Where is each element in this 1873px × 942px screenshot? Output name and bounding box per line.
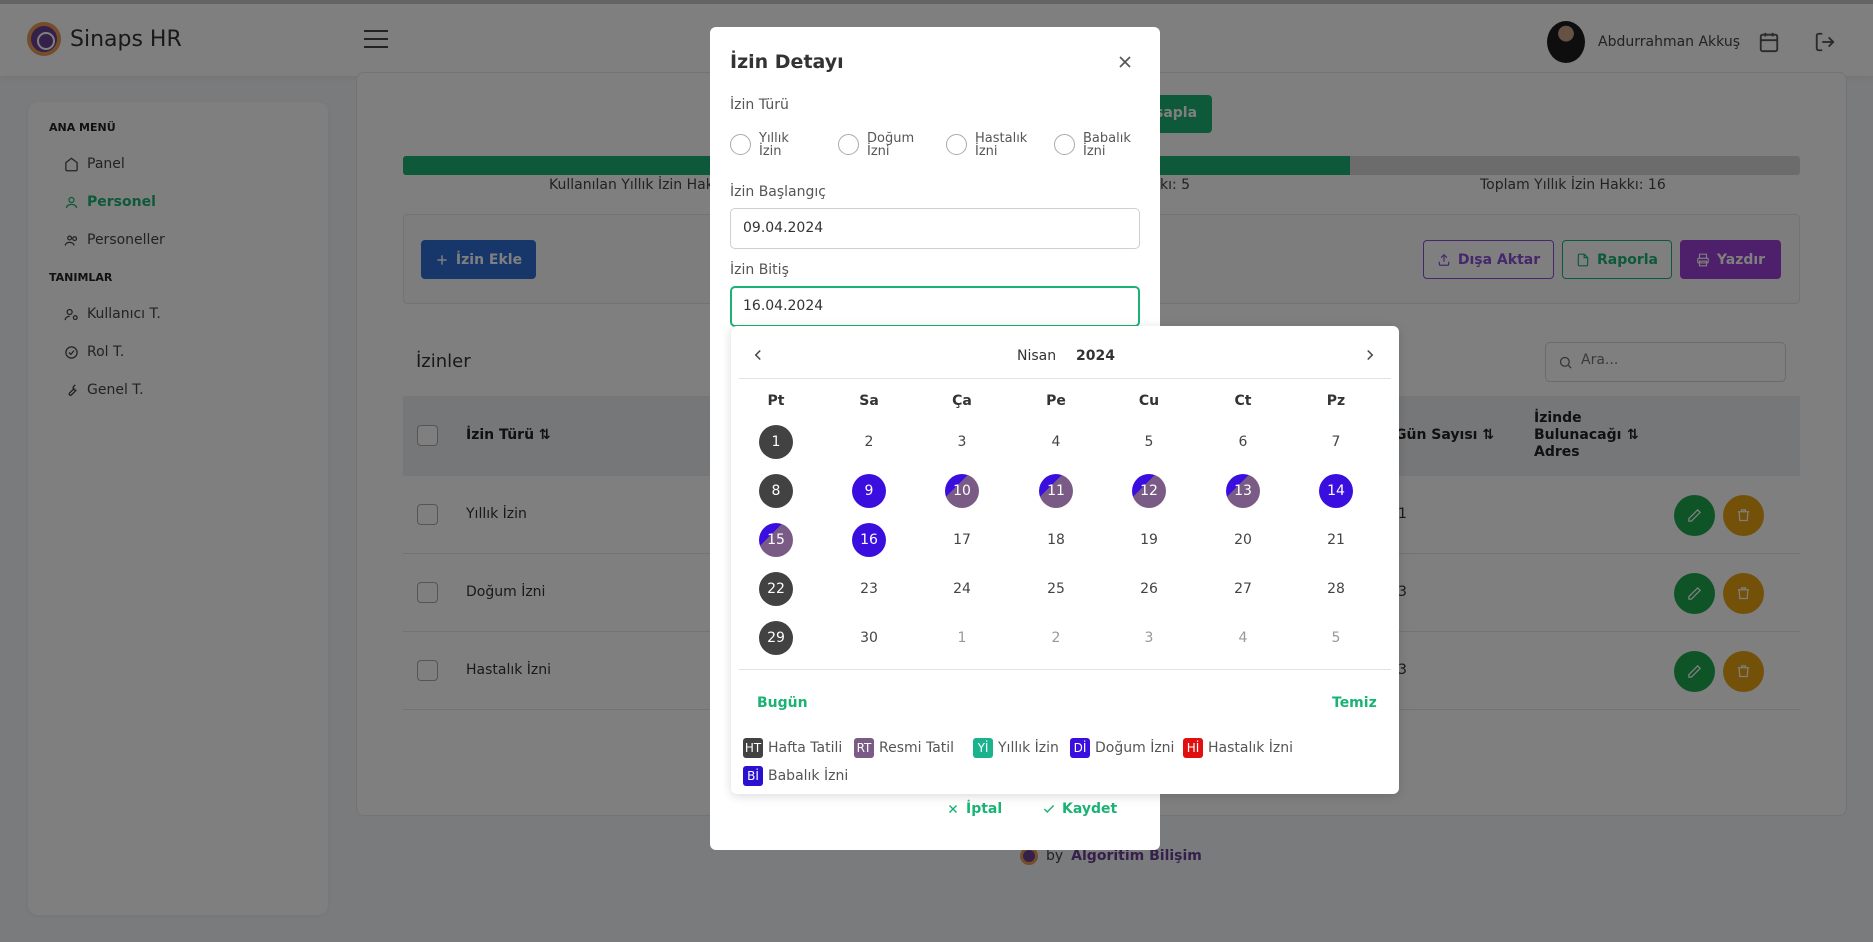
today-button[interactable]: Bugün [757, 695, 808, 711]
legend-label: Resmi Tatil [879, 740, 955, 756]
radio-paternity-leave[interactable]: Babalık İzni [1054, 129, 1133, 158]
legend-swatch: Bİ [743, 766, 763, 786]
radio-label: Doğum İzni [867, 131, 915, 159]
check-icon [1043, 804, 1055, 813]
start-date-input[interactable]: 09.04.2024 [730, 208, 1140, 249]
calendar-day[interactable]: 9 [852, 474, 886, 508]
legend-swatch: Dİ [1070, 738, 1090, 758]
legend-swatch: RT [854, 738, 874, 758]
legend-item: Hİ Hastalık İzni [1183, 738, 1293, 758]
calendar-day[interactable]: 27 [1226, 572, 1260, 606]
calendar-day[interactable]: 2 [852, 425, 886, 459]
calendar-day[interactable]: 4 [1039, 425, 1073, 459]
legend-item: Bİ Babalık İzni [743, 766, 848, 786]
calendar-day[interactable]: 8 [759, 474, 793, 508]
chevron-right-icon[interactable] [1361, 346, 1379, 364]
calendar-day[interactable]: 3 [945, 425, 979, 459]
legend-label: Yıllık İzin [998, 740, 1059, 756]
radio-maternity-leave[interactable]: Doğum İzni [838, 129, 917, 158]
calendar-day[interactable]: 19 [1132, 523, 1166, 557]
radio-label: Babalık İzni [1083, 131, 1131, 159]
weekday-header: Pz [1326, 393, 1346, 409]
divider [739, 378, 1391, 379]
calendar-day[interactable]: 18 [1039, 523, 1073, 557]
weekday-header: Cu [1138, 393, 1160, 409]
close-icon[interactable] [1115, 52, 1135, 72]
legend-swatch: Yİ [973, 738, 993, 758]
start-date-label: İzin Başlangıç [730, 184, 826, 200]
modal-title: İzin Detayı [730, 51, 844, 73]
legend-label: Hafta Tatili [768, 740, 843, 756]
divider [739, 669, 1391, 670]
close-icon [948, 804, 958, 814]
leave-type-radio-group: Yıllık İzin Doğum İzni Hastalık İzni Bab… [730, 129, 1150, 169]
end-date-label: İzin Bitiş [730, 262, 789, 278]
calendar-day[interactable]: 2 [1039, 621, 1073, 655]
calendar-day[interactable]: 1 [759, 425, 793, 459]
calendar-day[interactable]: 28 [1319, 572, 1353, 606]
save-label: Kaydet [1062, 801, 1118, 817]
legend-label: Babalık İzni [768, 768, 849, 784]
calendar-day[interactable]: 23 [852, 572, 886, 606]
calendar-day[interactable]: 25 [1039, 572, 1073, 606]
calendar-day[interactable]: 15 [759, 523, 793, 557]
calendar-day[interactable]: 3 [1132, 621, 1166, 655]
calendar-day[interactable]: 12 [1132, 474, 1166, 508]
radio-label: Yıllık İzin [759, 131, 789, 159]
calendar-day[interactable]: 6 [1226, 425, 1260, 459]
weekday-header: Pe [1046, 393, 1066, 409]
calendar-day[interactable]: 29 [759, 621, 793, 655]
leave-type-label: İzin Türü [730, 97, 789, 113]
calendar-day[interactable]: 10 [945, 474, 979, 508]
legend-label: Hastalık İzni [1208, 740, 1294, 756]
calendar-day[interactable]: 16 [852, 523, 886, 557]
weekday-header: Sa [859, 393, 879, 409]
calendar-day[interactable]: 30 [852, 621, 886, 655]
radio-label: Hastalık İzni [975, 131, 1028, 159]
calendar-day[interactable]: 1 [945, 621, 979, 655]
calendar-day[interactable]: 13 [1226, 474, 1260, 508]
radio-circle[interactable] [1054, 134, 1075, 155]
calendar-day[interactable]: 7 [1319, 425, 1353, 459]
calendar-day[interactable]: 5 [1132, 425, 1166, 459]
calendar-day[interactable]: 17 [945, 523, 979, 557]
weekday-header: Ct [1234, 393, 1252, 409]
radio-circle[interactable] [838, 134, 859, 155]
legend-item: Yİ Yıllık İzin [973, 738, 1059, 758]
legend-item: RT Resmi Tatil [854, 738, 954, 758]
radio-circle[interactable] [946, 134, 967, 155]
end-date-input[interactable]: 16.04.2024 [730, 286, 1140, 327]
legend-item: Dİ Doğum İzni [1070, 738, 1174, 758]
calendar-day[interactable]: 26 [1132, 572, 1166, 606]
radio-circle[interactable] [730, 134, 751, 155]
calendar-day[interactable]: 5 [1319, 621, 1353, 655]
legend-item: HT Hafta Tatili [743, 738, 842, 758]
cancel-button[interactable]: İptal [946, 801, 1002, 817]
datepicker-year[interactable]: 2024 [1076, 348, 1115, 364]
radio-annual-leave[interactable]: Yıllık İzin [730, 129, 809, 158]
chevron-left-icon[interactable] [749, 346, 767, 364]
legend-swatch: Hİ [1183, 738, 1203, 758]
legend-label: Doğum İzni [1095, 740, 1175, 756]
datepicker-month[interactable]: Nisan [1017, 348, 1056, 364]
weekday-header: Pt [767, 393, 785, 409]
datepicker: Nisan 2024 Pt Sa Ça Pe Cu Ct Pz 1 2 3 4 5 6 7 8 9 10 11 1… [731, 326, 1399, 794]
calendar-day[interactable]: 21 [1319, 523, 1353, 557]
calendar-day[interactable]: 20 [1226, 523, 1260, 557]
legend-swatch: HT [743, 738, 763, 758]
calendar-day[interactable]: 24 [945, 572, 979, 606]
radio-sick-leave[interactable]: Hastalık İzni [946, 129, 1028, 159]
weekday-header: Ça [952, 393, 972, 409]
calendar-day[interactable]: 4 [1226, 621, 1260, 655]
calendar-day[interactable]: 14 [1319, 474, 1353, 508]
calendar-day[interactable]: 11 [1039, 474, 1073, 508]
save-button[interactable]: Kaydet [1042, 801, 1117, 817]
calendar-day[interactable]: 22 [759, 572, 793, 606]
clear-button[interactable]: Temiz [1332, 695, 1377, 711]
cancel-label: İptal [966, 801, 1003, 817]
